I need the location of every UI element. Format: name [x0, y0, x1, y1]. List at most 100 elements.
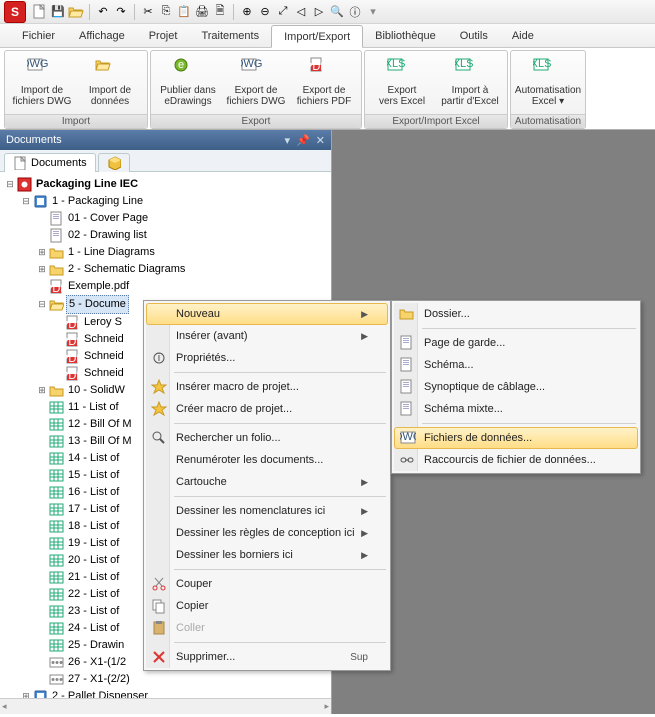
save-icon[interactable]: 💾: [50, 4, 66, 20]
tree-node-label: 24 - List of: [66, 620, 121, 637]
ribbon-button[interactable]: Exportvers Excel: [369, 53, 435, 110]
copy-icon[interactable]: ⎘: [158, 4, 174, 20]
menu-item[interactable]: Propriétés...: [146, 347, 388, 369]
menu-item[interactable]: Dessiner les règles de conception ici ▶: [146, 522, 388, 544]
tree-node[interactable]: Exemple.pdf: [4, 278, 329, 295]
grid-icon: [48, 604, 64, 620]
submenu-arrow-icon: ▶: [361, 528, 368, 539]
tree-expander-icon[interactable]: ⊟: [4, 176, 16, 193]
dwg-in-icon: [26, 56, 58, 84]
menu-item[interactable]: Dossier...: [394, 303, 638, 325]
menu-item[interactable]: Insérer (avant)▶: [146, 325, 388, 347]
ribbon-button[interactable]: AutomatisationExcel ▾: [515, 53, 581, 110]
nav-back-icon[interactable]: ◁: [293, 4, 309, 20]
undo-icon[interactable]: ↶: [95, 4, 111, 20]
ribbon-button[interactable]: Export defichiers PDF: [291, 53, 357, 110]
tree-expander-icon[interactable]: ⊟: [36, 296, 48, 313]
tree-node[interactable]: ⊞2 - Pallet Dispenser: [4, 688, 329, 698]
paste-icon[interactable]: 📋: [176, 4, 192, 20]
ribbon-button[interactable]: Publier danseDrawings: [155, 53, 221, 110]
tree-expander-icon[interactable]: ⊞: [36, 261, 48, 278]
menu-separator: [174, 372, 386, 373]
menu-item[interactable]: Raccourcis de fichier de données...: [394, 449, 638, 471]
blank-icon: [150, 524, 168, 542]
menu-item-label: Dossier...: [424, 308, 470, 320]
menu-import/export[interactable]: Import/Export: [271, 25, 363, 48]
tree-expander-icon[interactable]: ⊞: [36, 244, 48, 261]
zoom-in-icon[interactable]: ⊕: [239, 4, 255, 20]
panel-dropdown-icon[interactable]: ▾: [285, 134, 291, 147]
menu-item[interactable]: Fichiers de données...: [394, 427, 638, 449]
app-logo[interactable]: S: [4, 1, 26, 23]
menu-item-label: Dessiner les règles de conception ici: [176, 527, 355, 539]
menu-item[interactable]: Copier: [146, 595, 388, 617]
ribbon-button[interactable]: Import defichiers DWG: [9, 53, 75, 110]
menu-item[interactable]: Rechercher un folio...: [146, 427, 388, 449]
open-icon[interactable]: [68, 4, 84, 20]
tab-components[interactable]: [98, 153, 130, 172]
menu-item[interactable]: Dessiner les nomenclatures ici▶: [146, 500, 388, 522]
menu-bibliothèque[interactable]: Bibliothèque: [363, 24, 448, 47]
ribbon-button[interactable]: Import dedonnées: [77, 53, 143, 110]
menu-outils[interactable]: Outils: [448, 24, 500, 47]
tree-node-label: 19 - List of: [66, 535, 121, 552]
ribbon-button[interactable]: Export defichiers DWG: [223, 53, 289, 110]
ribbon-group: Publier danseDrawingsExport defichiers D…: [150, 50, 362, 129]
zoom-fit-icon[interactable]: ⤢: [275, 4, 291, 20]
menu-item[interactable]: Synoptique de câblage...: [394, 376, 638, 398]
ribbon-group-title: Export/Import Excel: [365, 114, 507, 128]
menu-item[interactable]: Couper: [146, 573, 388, 595]
sheet-icon: [398, 400, 416, 418]
print-icon[interactable]: 🖨: [194, 4, 210, 20]
tree-node[interactable]: 01 - Cover Page: [4, 210, 329, 227]
menu-item[interactable]: Renuméroter les documents...: [146, 449, 388, 471]
preview-icon[interactable]: 🗎: [212, 4, 228, 20]
separator: [233, 4, 234, 20]
horizontal-scrollbar[interactable]: ◂▸: [0, 698, 331, 714]
ribbon-button-label: Import dedonnées: [89, 85, 131, 107]
panel-close-icon[interactable]: ✕: [316, 134, 325, 147]
help-icon[interactable]: ⓘ: [347, 4, 363, 20]
menu-item[interactable]: Insérer macro de projet...: [146, 376, 388, 398]
menu-fichier[interactable]: Fichier: [10, 24, 67, 47]
menu-item[interactable]: Page de garde...: [394, 332, 638, 354]
menu-item[interactable]: Créer macro de projet...: [146, 398, 388, 420]
tree-node-label: 14 - List of: [66, 450, 121, 467]
qa-dropdown-icon[interactable]: ▾: [365, 4, 381, 20]
menu-item[interactable]: Nouveau▶: [146, 303, 388, 325]
tree-expander-icon[interactable]: ⊞: [36, 382, 48, 399]
menu-aide[interactable]: Aide: [500, 24, 546, 47]
menu-item[interactable]: Cartouche▶: [146, 471, 388, 493]
tree-expander-icon[interactable]: ⊟: [20, 193, 32, 210]
tree-node-label: 02 - Drawing list: [66, 227, 149, 244]
ribbon-button-label: Import àpartir d'Excel: [441, 85, 499, 107]
tree-node[interactable]: 27 - X1-(2/2): [4, 671, 329, 688]
nav-fwd-icon[interactable]: ▷: [311, 4, 327, 20]
find-icon[interactable]: 🔍: [329, 4, 345, 20]
ribbon-button[interactable]: Import àpartir d'Excel: [437, 53, 503, 110]
tree-node[interactable]: ⊞2 - Schematic Diagrams: [4, 261, 329, 278]
pkg-icon: [16, 177, 32, 193]
menu-item-label: Fichiers de données...: [424, 432, 532, 444]
tab-documents[interactable]: Documents: [4, 153, 96, 172]
zoom-out-icon[interactable]: ⊖: [257, 4, 273, 20]
menu-item[interactable]: Schéma...: [394, 354, 638, 376]
new-icon[interactable]: [32, 4, 48, 20]
tree-node[interactable]: ⊞1 - Line Diagrams: [4, 244, 329, 261]
panel-pin-icon[interactable]: 📌: [296, 134, 310, 147]
cut-icon[interactable]: ✂: [140, 4, 156, 20]
tree-node[interactable]: ⊟1 - Packaging Line: [4, 193, 329, 210]
tree-expander-icon[interactable]: ⊞: [20, 688, 32, 698]
menu-item[interactable]: Schéma mixte...: [394, 398, 638, 420]
context-submenu: Dossier... Page de garde...Schéma...Synop…: [391, 300, 641, 474]
tree-node[interactable]: 02 - Drawing list: [4, 227, 329, 244]
menu-item[interactable]: Supprimer...Sup: [146, 646, 388, 668]
redo-icon[interactable]: ↷: [113, 4, 129, 20]
menu-projet[interactable]: Projet: [137, 24, 190, 47]
menu-item[interactable]: Dessiner les borniers ici▶: [146, 544, 388, 566]
tree-node[interactable]: ⊟Packaging Line IEC: [4, 176, 329, 193]
menu-affichage[interactable]: Affichage: [67, 24, 137, 47]
menu-traitements[interactable]: Traitements: [189, 24, 271, 47]
tree-node-label: Schneid: [82, 348, 126, 365]
pdf-out-icon: [308, 56, 340, 84]
